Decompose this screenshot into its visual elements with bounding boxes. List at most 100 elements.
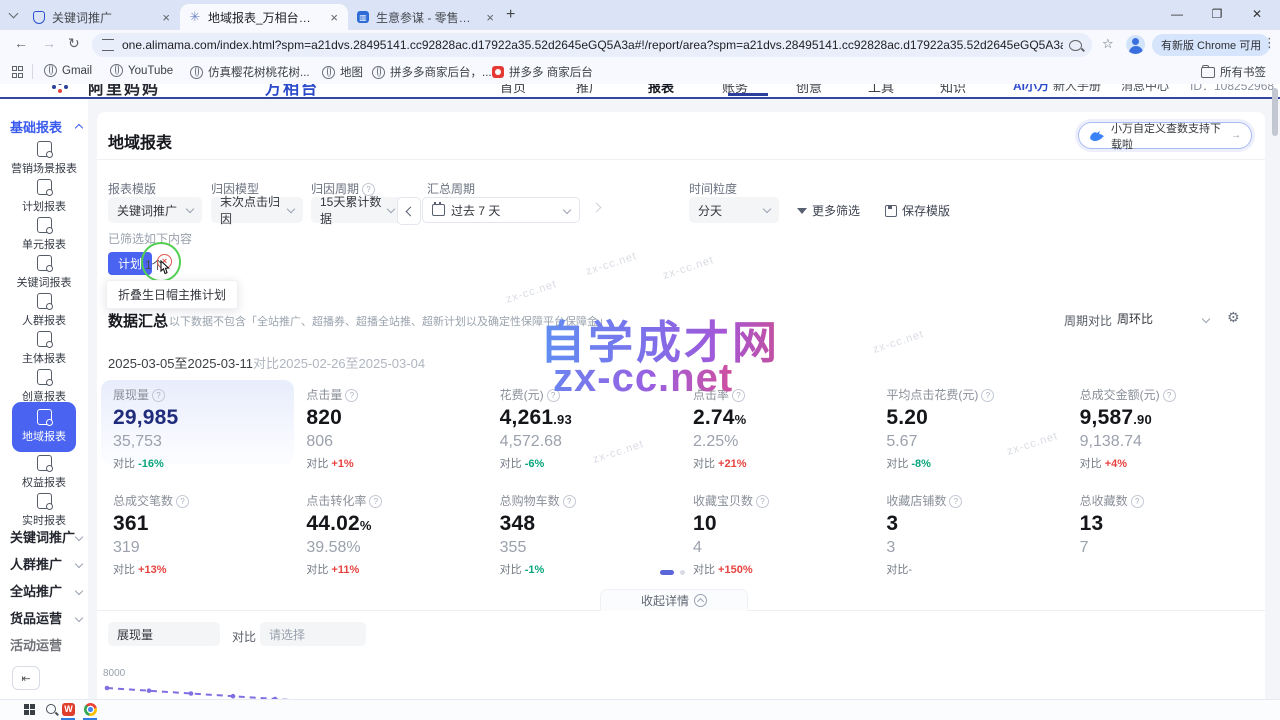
wps-icon[interactable]: W — [62, 703, 75, 716]
attribution-period-select[interactable]: 15天累计数据 — [311, 197, 403, 223]
dot[interactable] — [680, 570, 685, 575]
metric-card-item-favorites[interactable]: 收藏宝贝数 10 4 对比 +150% — [681, 486, 874, 570]
bookmark-youtube[interactable]: YouTube — [110, 64, 173, 77]
new-tab-button[interactable]: + — [506, 6, 515, 24]
sidebar-item-creative-report[interactable]: 创意报表 — [0, 369, 88, 404]
report-icon — [37, 179, 52, 195]
browser-menu-icon[interactable]: ⋮ — [1263, 35, 1276, 51]
apps-grid-icon[interactable] — [12, 66, 23, 77]
more-filters-button[interactable]: 更多筛选 — [797, 202, 860, 219]
metric-card-avg-cpc[interactable]: 平均点击花费(元) 5.20 5.67 对比 -8% — [874, 380, 1067, 464]
nav-tools[interactable]: 工具 — [868, 84, 894, 96]
sidebar-section-basic-reports[interactable]: 基础报表 — [10, 117, 82, 136]
tab-close-icon[interactable]: × — [328, 10, 340, 25]
nav-home[interactable]: 首页 — [500, 84, 526, 96]
chrome-update-chip[interactable]: 有新版 Chrome 可用 — [1152, 34, 1270, 56]
newbie-guide-link[interactable]: 新人手册 — [1053, 84, 1101, 94]
tab-title: 生意参谋 - 零售电商大数据产 — [376, 9, 478, 26]
sidebar-item-keyword-report[interactable]: 关键词报表 — [0, 255, 88, 290]
chart-metric-select[interactable]: 展现量 — [108, 622, 220, 646]
date-range-picker[interactable]: 过去 7 天 — [422, 197, 580, 223]
sidebar-item-plan-report[interactable]: 计划报表 — [0, 179, 88, 214]
user-id: ID：108252968 — [1190, 84, 1274, 94]
plan-tooltip: 折叠生日帽主推计划 — [106, 280, 238, 309]
profile-avatar[interactable] — [1126, 35, 1145, 54]
reload-button[interactable]: ↻ — [68, 35, 80, 52]
sidebar-item-audience-report[interactable]: 人群报表 — [0, 293, 88, 328]
bookmark-item[interactable]: 仿真樱花树桃花树... — [190, 64, 310, 80]
sidebar-item-unit-report[interactable]: 单元报表 — [0, 217, 88, 252]
forward-button[interactable]: → — [42, 35, 56, 51]
sidebar-group-goods-ops[interactable]: 货品运营 — [10, 608, 82, 627]
tab-close-icon[interactable]: × — [484, 10, 496, 25]
ai-xiaowan-link[interactable]: AI小万 — [1013, 84, 1049, 94]
zoom-icon[interactable] — [1069, 40, 1082, 51]
windows-start-icon[interactable] — [24, 704, 35, 715]
compare-label: 周期对比 — [1064, 312, 1112, 329]
next-period-button[interactable] — [592, 203, 602, 213]
dot-active[interactable] — [660, 570, 674, 575]
save-template-button[interactable]: 保存模版 — [885, 202, 950, 219]
nav-knowledge[interactable]: 知识 — [940, 84, 966, 96]
carousel-dots[interactable] — [660, 570, 685, 575]
product-name[interactable]: 万相台 — [265, 84, 319, 99]
nav-report-active[interactable]: 报表 — [648, 84, 674, 96]
metric-card-shop-favorites[interactable]: 收藏店铺数 3 3 对比- — [874, 486, 1067, 570]
address-bar[interactable]: one.alimama.com/index.html?spm=a21dvs.28… — [92, 33, 1092, 57]
sidebar-item-subject-report[interactable]: 主体报表 — [0, 331, 88, 366]
xiaowan-download-banner[interactable]: 小万自定义查数支持下载啦 → — [1078, 122, 1252, 149]
taskbar-search-icon[interactable] — [46, 704, 56, 714]
bookmark-pdd-2[interactable]: 拼多多 商家后台 — [492, 64, 593, 80]
all-bookmarks-button[interactable]: 所有书签 — [1201, 64, 1266, 80]
sidebar-item-region-report-active[interactable]: 地域报表 — [12, 402, 76, 452]
chrome-icon[interactable] — [84, 703, 97, 716]
tab-search-icon[interactable] — [9, 9, 19, 19]
back-button[interactable]: ← — [14, 35, 28, 51]
metric-card-carts[interactable]: 总购物车数 348 355 对比 -1% — [488, 486, 681, 570]
template-select[interactable]: 关键词推广 — [108, 197, 202, 223]
nav-promotion[interactable]: 推广 — [576, 84, 602, 96]
sidebar-item-rights-report[interactable]: 权益报表 — [0, 455, 88, 490]
bookmark-pdd-1[interactable]: 拼多多商家后台，... — [372, 64, 492, 80]
sidebar-group-sitewide-promo[interactable]: 全站推广 — [10, 581, 82, 600]
sidebar-group-keyword-promo[interactable]: 关键词推广 — [10, 527, 82, 546]
metric-card-cvr[interactable]: 点击转化率 44.02% 39.58% 对比 +11% — [294, 486, 487, 570]
gear-icon[interactable]: ⚙ — [1227, 309, 1240, 326]
nav-creative[interactable]: 创意 — [796, 84, 822, 96]
sidebar-group-audience-promo[interactable]: 人群推广 — [10, 554, 82, 573]
filter-label-granularity: 时间粒度 — [689, 180, 737, 197]
browser-tab-2-active[interactable]: ✳ 地域报表_万相台无界版 × — [180, 4, 348, 30]
window-close-button[interactable]: ✕ — [1240, 2, 1274, 26]
bookmark-star-icon[interactable]: ☆ — [1102, 36, 1114, 52]
metric-card-total-favorites[interactable]: 总收藏数 13 7 — [1068, 486, 1261, 570]
site-info-icon[interactable] — [102, 39, 114, 51]
sidebar-item-marketing-scene-report[interactable]: 营销场景报表 — [0, 141, 88, 176]
browser-tab-1[interactable]: 关键词推广 × — [24, 4, 180, 30]
tab-close-icon[interactable]: × — [160, 10, 172, 25]
chart-compare-select[interactable]: 请选择 — [260, 622, 366, 646]
bookmark-map[interactable]: 地图 — [322, 64, 363, 80]
window-minimize-button[interactable]: — — [1160, 2, 1194, 26]
url-text[interactable]: one.alimama.com/index.html?spm=a21dvs.28… — [122, 38, 1063, 52]
message-center-link[interactable]: 消息中心 — [1121, 84, 1169, 94]
scrollbar-thumb[interactable] — [1272, 88, 1278, 136]
sidebar-collapse-button[interactable]: ⇤ — [12, 666, 40, 690]
prev-period-button[interactable] — [397, 197, 421, 225]
collapse-details-button[interactable]: 收起详情 — [600, 589, 748, 611]
sidebar-item-realtime-report[interactable]: 实时报表 — [0, 493, 88, 528]
metric-card-clicks[interactable]: 点击量 820 806 对比 +1% — [294, 380, 487, 464]
window-maximize-button[interactable]: ❐ — [1200, 2, 1234, 26]
sidebar-group-activity-ops[interactable]: 活动运营 — [10, 635, 82, 654]
attribution-model-select[interactable]: 末次点击归因 — [211, 197, 303, 223]
compare-select[interactable]: 周环比 — [1117, 310, 1209, 327]
metric-card-orders[interactable]: 总成交笔数 361 319 对比 +13% — [101, 486, 294, 570]
browser-tab-3[interactable]: ▥ 生意参谋 - 零售电商大数据产 × — [348, 4, 504, 30]
screen: { "browser": { "tabs": [ {"title": "关键词推… — [0, 0, 1280, 720]
filter-label-template: 报表模版 — [108, 180, 156, 197]
bookmark-gmail[interactable]: Gmail — [44, 64, 92, 77]
chevron-down-icon — [763, 205, 771, 213]
chevron-down-icon — [563, 206, 571, 214]
metric-card-gmv[interactable]: 总成交金额(元) 9,587.90 9,138.74 对比 +4% — [1068, 380, 1261, 464]
granularity-select[interactable]: 分天 — [689, 197, 779, 223]
metric-card-impressions[interactable]: 展现量 29,985 35,753 对比 -16% — [101, 380, 294, 464]
